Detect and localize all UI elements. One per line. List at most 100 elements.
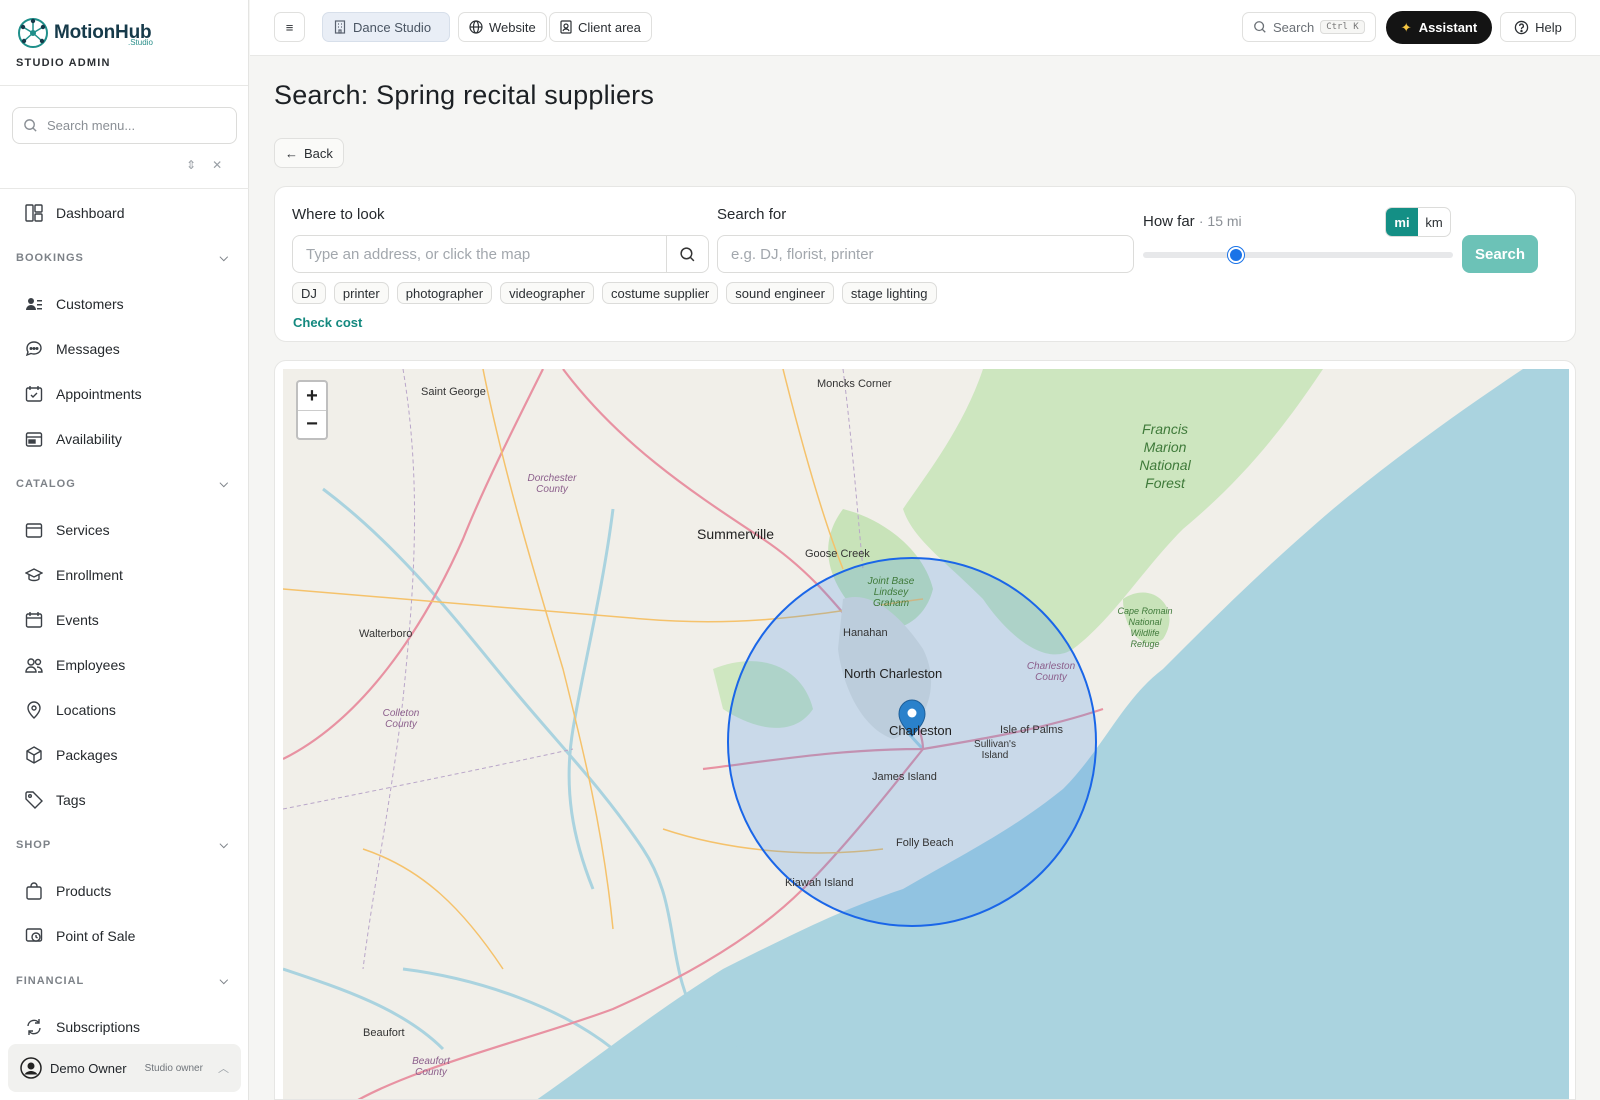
sidebar-item-locations[interactable]: Locations [0,687,249,732]
section-title: SHOP [16,839,52,851]
sidebar-item-customers[interactable]: Customers [0,281,249,326]
sparkle-icon: ✦ [1400,19,1412,35]
collapse-all-icon[interactable]: ✕ [212,158,222,172]
distance-slider[interactable] [1143,247,1453,263]
back-label: Back [304,145,333,161]
sidebar-item-point-of-sale[interactable]: Point of Sale [0,913,249,958]
sidebar-item-events[interactable]: Events [0,597,249,642]
map-card: + − Moncks Corner Saint George Dorcheste… [274,360,1576,1100]
suggestion-chip[interactable]: sound engineer [726,282,834,304]
unit-km-button[interactable]: km [1418,208,1450,236]
map-label: Joint Base Lindsey Graham [867,576,915,609]
slider-thumb[interactable] [1228,247,1244,263]
map-label: Colleton County [382,708,420,730]
refresh-icon [24,1017,44,1037]
address-placeholder: Type an address, or click the map [306,245,531,263]
how-far-text: How far [1143,213,1195,230]
search-button[interactable]: Search [1462,235,1538,273]
suggestion-chip[interactable]: videographer [500,282,594,304]
section-shop[interactable]: SHOP ⌵ [0,822,249,868]
map-label: Saint George [421,386,486,398]
help-button[interactable]: Help [1500,12,1576,42]
unit-toggle: mi km [1385,207,1451,237]
globe-icon [469,20,483,34]
client-badge-icon [560,20,572,34]
page-title: Search: Spring recital suppliers [274,80,655,110]
search-icon[interactable] [666,236,708,272]
menu-search-input[interactable]: Search menu... [12,107,237,144]
sidebar-item-messages[interactable]: Messages [0,326,249,371]
sidebar-item-products[interactable]: Products [0,868,249,913]
back-button[interactable]: ← Back [274,138,344,168]
suggestion-chip[interactable]: costume supplier [601,282,719,304]
map-label: Dorchester County [527,473,577,495]
sidebar-item-employees[interactable]: Employees [0,642,249,687]
sidebar-item-dashboard[interactable]: Dashboard [0,190,249,235]
map-label: Walterboro [359,628,413,640]
building-icon [334,20,346,34]
unit-mi-button[interactable]: mi [1386,208,1418,236]
sidebar-item-packages[interactable]: Packages [0,732,249,777]
check-cost-link[interactable]: Check cost [293,315,362,330]
logo-icon [18,18,48,48]
section-catalog[interactable]: CATALOG ⌵ [0,461,249,507]
global-search-button[interactable]: Search Ctrl K [1242,12,1376,42]
tag-icon [24,790,44,810]
search-icon [24,119,37,132]
employees-icon [24,655,44,675]
sidebar-item-label: Point of Sale [56,927,136,944]
sidebar-item-label: Dashboard [56,204,125,221]
sidebar-item-label: Enrollment [56,566,123,583]
sidebar-item-label: Services [56,521,110,538]
suggestion-chip[interactable]: stage lighting [841,282,937,304]
sidebar-item-enrollment[interactable]: Enrollment [0,552,249,597]
suggestion-chips: DJ printer photographer videographer costume… [292,282,937,304]
sidebar-item-tags[interactable]: Tags [0,777,249,822]
brand: MotionHub .Studio STUDIO ADMIN [0,0,248,86]
suggestion-chip[interactable]: DJ [292,282,326,304]
user-menu[interactable]: Demo Owner Studio owner ︿ [8,1044,241,1092]
sidebar-nav: Dashboard BOOKINGS ⌵ Customers Messages A… [0,190,249,1049]
sidebar-item-label: Messages [56,340,120,357]
assistant-label: Assistant [1418,20,1478,35]
services-icon [24,520,44,540]
help-icon [1514,20,1529,34]
avatar-icon [20,1057,42,1079]
sidebar-item-label: Employees [56,656,126,673]
chevron-down-icon: ⌵ [219,477,229,490]
suggestion-chip[interactable]: photographer [396,282,493,304]
sidebar-item-appointments[interactable]: Appointments [0,371,249,416]
search-for-input[interactable]: e.g. DJ, florist, printer [717,235,1134,273]
expand-all-icon[interactable]: ⇕ [186,158,196,172]
suggestion-chip[interactable]: printer [333,282,389,304]
client-area-button[interactable]: Client area [549,12,652,42]
zoom-out-button[interactable]: − [298,410,326,438]
availability-icon [24,429,44,449]
sidebar-item-label: Locations [56,701,116,718]
shortcut-hint: Ctrl K [1320,20,1365,34]
studio-switcher-button[interactable]: Dance Studio [322,12,450,42]
package-icon [24,745,44,765]
customers-icon [24,294,44,314]
map-label: Beaufort [363,1027,405,1039]
section-financial[interactable]: FINANCIAL ⌵ [0,958,249,1004]
client-area-label: Client area [578,19,641,35]
sidebar-item-services[interactable]: Services [0,507,249,552]
chevron-down-icon: ⌵ [219,838,229,851]
sidebar-item-subscriptions[interactable]: Subscriptions [0,1004,249,1049]
map-label: Summerville [697,526,775,542]
menu-divider [0,188,249,189]
section-bookings[interactable]: BOOKINGS ⌵ [0,235,249,281]
address-input[interactable]: Type an address, or click the map [292,235,709,273]
sidebar: MotionHub .Studio STUDIO ADMIN Search me… [0,0,249,1100]
map-label: Charleston County [1026,661,1076,683]
website-button[interactable]: Website [458,12,547,42]
map-label: Kiawah Island [785,877,854,889]
zoom-in-button[interactable]: + [298,382,326,410]
assistant-button[interactable]: ✦ Assistant [1386,11,1492,44]
how-far-value: 15 mi [1207,213,1242,229]
search-icon [1254,21,1266,33]
sidebar-item-availability[interactable]: Availability [0,416,249,461]
map-label: Sullivan's Island [974,739,1016,761]
menu-toggle-button[interactable]: ≡ [274,12,305,42]
